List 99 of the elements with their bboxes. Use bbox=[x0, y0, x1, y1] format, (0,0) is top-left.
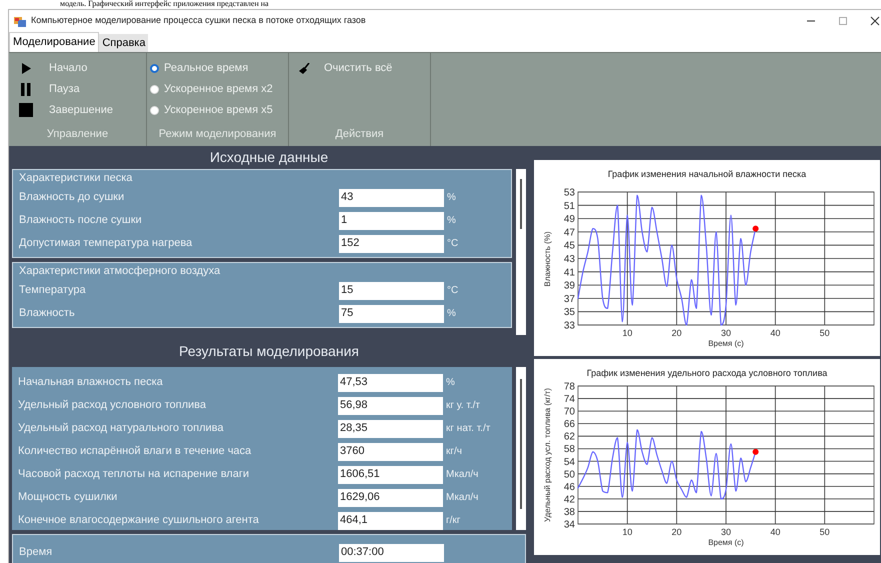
field-label: Влажность после сушки bbox=[19, 213, 143, 228]
y-tick-label: 49 bbox=[564, 214, 575, 226]
x-tick-label: 20 bbox=[672, 527, 682, 537]
input-field[interactable]: 1606,51 bbox=[338, 466, 443, 484]
input-field[interactable]: 464,1 bbox=[338, 512, 443, 530]
chart-title: График изменения удельного расхода условного топлива bbox=[586, 367, 828, 380]
axis-title: Время (с) bbox=[707, 537, 745, 549]
input-field[interactable]: 00:37:00 bbox=[339, 544, 444, 562]
y-tick-label: 33 bbox=[564, 320, 575, 332]
field-label: Конечное влагосодержание сушильного агента bbox=[18, 513, 260, 528]
unit-label: кг/ч bbox=[446, 445, 462, 459]
field-label: Начальная влажность песка bbox=[18, 375, 164, 390]
unit-label: Мкал/ч bbox=[446, 468, 478, 482]
unit-label: % bbox=[447, 191, 456, 205]
current-point-marker bbox=[752, 448, 759, 455]
close-icon[interactable] bbox=[870, 16, 880, 26]
field-label: Мощность сушилки bbox=[18, 490, 118, 506]
app-icon bbox=[14, 16, 26, 26]
y-tick-label: 70 bbox=[564, 406, 575, 418]
unit-label: % bbox=[447, 214, 456, 228]
group-label: Управление bbox=[46, 127, 110, 142]
input-field[interactable]: 3760 bbox=[338, 442, 443, 460]
field-label: Время bbox=[19, 545, 54, 560]
input-field[interactable]: 1629,06 bbox=[338, 488, 443, 506]
y-tick-label: 46 bbox=[564, 482, 575, 493]
y-tick-label: 53 bbox=[564, 188, 575, 198]
axis-title: Удельный расход усл. топлива (кг/т) bbox=[542, 388, 553, 522]
y-tick-label: 45 bbox=[564, 240, 575, 252]
x-tick-label: 30 bbox=[721, 527, 731, 537]
y-tick-label: 38 bbox=[564, 506, 575, 518]
x-tick-label: 10 bbox=[622, 328, 632, 338]
input-field[interactable]: 47,53 bbox=[338, 374, 443, 392]
y-tick-label: 50 bbox=[564, 469, 575, 480]
group-title: Характеристики песка bbox=[18, 171, 134, 186]
x-tick-label: 40 bbox=[770, 328, 780, 338]
field-label: Влажность bbox=[19, 306, 76, 322]
input-field[interactable]: 56,98 bbox=[338, 396, 443, 414]
y-tick-label: 51 bbox=[564, 200, 575, 212]
document-text: модель. Графический интерфейс приложения представлен на bbox=[60, 0, 269, 8]
field-label: Удельный расход натурального топлива bbox=[18, 421, 224, 436]
axis-title: Время (с) bbox=[707, 338, 745, 350]
unit-label: кг у. т./т bbox=[446, 399, 480, 413]
x-tick-label: 30 bbox=[721, 328, 731, 338]
menu-tab[interactable]: Справка bbox=[99, 34, 148, 52]
y-tick-label: 42 bbox=[564, 494, 575, 506]
scrollbar[interactable] bbox=[516, 367, 526, 530]
y-tick-label: 43 bbox=[564, 254, 575, 265]
y-tick-label: 78 bbox=[564, 382, 575, 392]
unit-label: г/кг bbox=[446, 514, 460, 528]
y-tick-label: 47 bbox=[564, 227, 575, 238]
y-tick-label: 74 bbox=[564, 394, 575, 406]
y-tick-label: 54 bbox=[564, 456, 575, 468]
chart-title: График изменения начальной влажности песка bbox=[606, 168, 808, 181]
radio-button[interactable] bbox=[150, 64, 159, 72]
window-title: Компьютерное моделирование процесса сушки песка в потоке отходящих газов bbox=[31, 14, 366, 28]
section-heading: Исходные данные bbox=[208, 148, 330, 167]
input-field[interactable]: 1 bbox=[339, 212, 444, 230]
field-label: Удельный расход условного топлива bbox=[18, 398, 207, 414]
y-tick-label: 58 bbox=[564, 444, 575, 456]
field-label: Часовой расход теплоты на испарение влаги bbox=[18, 467, 250, 482]
x-tick-label: 10 bbox=[622, 527, 632, 537]
x-tick-label: 50 bbox=[820, 328, 830, 338]
input-field[interactable]: 75 bbox=[339, 304, 444, 322]
y-tick-label: 34 bbox=[564, 520, 575, 530]
group-title: Характеристики атмосферного воздуха bbox=[18, 264, 222, 279]
field-label: Влажность до сушки bbox=[19, 190, 126, 206]
group-label: Действия bbox=[334, 127, 385, 142]
y-tick-label: 39 bbox=[564, 280, 575, 292]
unit-label: °C bbox=[447, 284, 458, 298]
input-field[interactable]: 28,35 bbox=[338, 420, 443, 438]
unit-label: % bbox=[446, 376, 455, 390]
y-tick-label: 35 bbox=[564, 307, 575, 318]
group-label: Режим моделирования bbox=[158, 127, 278, 142]
y-tick-label: 41 bbox=[564, 267, 575, 278]
field-label: Допустимая температура нагрева bbox=[19, 236, 194, 252]
x-tick-label: 20 bbox=[672, 328, 682, 338]
input-field[interactable]: 152 bbox=[339, 234, 444, 252]
x-tick-label: 40 bbox=[770, 527, 780, 537]
current-point-marker bbox=[752, 226, 759, 232]
field-label: Температура bbox=[19, 283, 87, 298]
menu-tab[interactable]: Моделирование bbox=[9, 32, 100, 52]
axis-title: Влажность (%) bbox=[542, 230, 553, 286]
field-label: Количество испарённой влаги в течение часа bbox=[18, 444, 252, 460]
y-tick-label: 37 bbox=[564, 294, 575, 305]
broom-icon bbox=[299, 62, 310, 74]
unit-label: Мкал/ч bbox=[446, 491, 478, 505]
unit-label: кг нат. т./т bbox=[446, 422, 490, 436]
input-field[interactable]: 43 bbox=[339, 188, 444, 206]
input-field[interactable]: 15 bbox=[339, 282, 444, 300]
x-tick-label: 50 bbox=[820, 527, 830, 537]
pause-icon bbox=[21, 82, 31, 96]
play-icon bbox=[21, 62, 31, 74]
y-tick-label: 62 bbox=[564, 432, 575, 443]
scrollbar[interactable] bbox=[516, 169, 526, 335]
unit-label: % bbox=[447, 307, 456, 321]
section-heading: Результаты моделирования bbox=[178, 342, 360, 361]
y-tick-label: 66 bbox=[564, 419, 575, 430]
stop-icon bbox=[19, 103, 33, 117]
unit-label: °C bbox=[447, 237, 458, 251]
